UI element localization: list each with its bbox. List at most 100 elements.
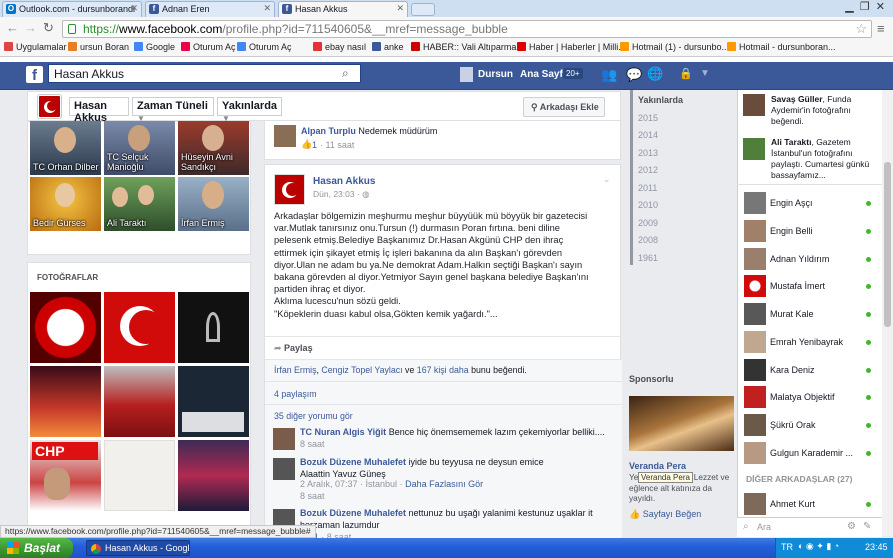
post-time[interactable]: Dün, 23:03 · ◍ bbox=[313, 189, 370, 200]
photo-thumb[interactable] bbox=[30, 366, 101, 437]
bookmark-item[interactable]: Oturum Aç bbox=[237, 42, 292, 52]
avatar[interactable] bbox=[273, 428, 295, 450]
shares-link[interactable]: 4 paylaşım bbox=[274, 389, 317, 399]
scrollbar-thumb[interactable] bbox=[884, 162, 891, 327]
tab-adnan[interactable]: f Adnan Eren ✕ bbox=[145, 1, 275, 17]
tray-icons[interactable]: ◐ ◉ ✦ ▮ ◔ bbox=[798, 541, 839, 552]
comment-author-link[interactable]: Bozuk Düzene Muhalefet bbox=[300, 508, 406, 518]
bookmark-item[interactable]: Hotmail - dursunboran... bbox=[727, 42, 836, 52]
profile-name[interactable]: Hasan Akkus bbox=[69, 97, 129, 124]
like-icon[interactable]: 👍 bbox=[301, 139, 312, 150]
close-icon[interactable]: ✕ bbox=[396, 3, 404, 14]
like-count[interactable]: 1 bbox=[312, 140, 317, 150]
photo-thumb[interactable] bbox=[178, 366, 249, 437]
ad-title-link[interactable]: Veranda Pera bbox=[629, 461, 686, 471]
year-link[interactable]: 2009 bbox=[638, 218, 658, 228]
view-more-comments-link[interactable]: 35 diğer yorumu gör bbox=[274, 411, 353, 421]
close-icon[interactable]: ✕ bbox=[263, 3, 271, 14]
profile-link[interactable]: Dursun bbox=[478, 69, 513, 80]
photo-thumb[interactable] bbox=[104, 440, 175, 511]
more-likers-link[interactable]: 167 kişi daha bbox=[417, 365, 469, 375]
bookmark-item[interactable]: anke bbox=[372, 42, 404, 52]
friend-requests-icon[interactable]: 👥 bbox=[601, 67, 617, 83]
star-icon[interactable]: ☆ bbox=[855, 21, 867, 37]
bookmark-item[interactable]: ursun Boran bbox=[68, 42, 129, 52]
nearby-dropdown[interactable]: Yakınlarda ▼ bbox=[217, 97, 282, 123]
friend-tile[interactable]: İrfan Ermiş bbox=[178, 177, 249, 231]
chat-search-input[interactable]: Ara bbox=[757, 522, 771, 532]
chat-friend[interactable]: Malatya Objektif bbox=[742, 386, 877, 408]
photo-thumb[interactable] bbox=[104, 366, 175, 437]
menu-icon[interactable]: ≡ bbox=[877, 21, 885, 36]
liker-link[interactable]: Cengiz Topel Yaylacı bbox=[321, 365, 402, 375]
year-link[interactable]: 2012 bbox=[638, 165, 658, 175]
year-link[interactable]: 2010 bbox=[638, 200, 658, 210]
chat-friend[interactable]: Gulgun Karademir ... bbox=[742, 442, 877, 464]
close-icon[interactable]: ✕ bbox=[130, 3, 138, 14]
messages-icon[interactable]: 💬 bbox=[626, 67, 642, 83]
chat-friend[interactable]: Ahmet Kurt bbox=[742, 493, 877, 515]
ticker-item[interactable]: Ali Taraktı, Gazetem İstanbul'un fotoğra… bbox=[771, 137, 877, 181]
facebook-logo-icon[interactable]: f bbox=[26, 66, 43, 84]
window-controls[interactable]: ▁ ❐ ✕ bbox=[798, 0, 893, 17]
year-nav-header[interactable]: Yakınlarda bbox=[638, 95, 683, 105]
photo-thumb[interactable] bbox=[178, 292, 249, 363]
year-link[interactable]: 2013 bbox=[638, 148, 658, 158]
globe-icon[interactable]: 🌐 bbox=[647, 66, 663, 82]
tab-hasan[interactable]: f Hasan Akkus ✕ bbox=[278, 1, 408, 17]
scrollbar[interactable] bbox=[882, 90, 893, 536]
comment-author-link[interactable]: Bozuk Düzene Muhalefet bbox=[300, 457, 406, 467]
like-page-button[interactable]: 👍 Sayfayı Beğen bbox=[629, 509, 701, 520]
see-more-link[interactable]: Daha Fazlasını Gör bbox=[405, 479, 483, 489]
share-button[interactable]: ➦ Paylaş bbox=[274, 343, 313, 354]
avatar[interactable] bbox=[274, 125, 296, 147]
year-link[interactable]: 2008 bbox=[638, 235, 658, 245]
photo-thumb[interactable] bbox=[104, 292, 175, 363]
photo-thumb[interactable] bbox=[30, 292, 101, 363]
settings-dropdown-icon[interactable]: ▼ bbox=[700, 68, 710, 79]
bookmark-item[interactable]: HABER:: Vali Altıparma... bbox=[411, 42, 524, 52]
friend-tile[interactable]: TC Selçuk Manioğlu bbox=[104, 121, 175, 175]
friend-tile[interactable]: Hüseyin Avni Sandıkçı bbox=[178, 121, 249, 175]
liker-link[interactable]: İrfan Ermiş bbox=[274, 365, 317, 375]
taskbar-window-button[interactable]: Hasan Akkus - Google... bbox=[86, 540, 190, 556]
privacy-icon[interactable]: 🔒 bbox=[679, 67, 693, 80]
friend-tile[interactable]: TC Orhan Dilber bbox=[30, 121, 101, 175]
reload-icon[interactable]: ↻ bbox=[43, 20, 54, 36]
year-link[interactable]: 2015 bbox=[638, 113, 658, 123]
chat-friend[interactable]: Şükrü Orak bbox=[742, 414, 877, 436]
home-link[interactable]: Ana Sayfa bbox=[520, 69, 568, 80]
year-link[interactable]: 2014 bbox=[638, 130, 658, 140]
year-link[interactable]: 2011 bbox=[638, 183, 657, 193]
language-indicator[interactable]: TR bbox=[781, 542, 793, 552]
bookmark-item[interactable]: ebay nasıl bbox=[313, 42, 366, 52]
comment-author-link[interactable]: Alpan Turplu bbox=[301, 126, 356, 136]
bookmark-item[interactable]: Haber | Haberler | Milli... bbox=[517, 42, 626, 52]
new-tab-button[interactable] bbox=[411, 3, 435, 16]
photo-thumb[interactable] bbox=[178, 440, 249, 511]
bookmark-item[interactable]: Hotmail (1) - dursunbo... bbox=[620, 42, 729, 52]
back-icon[interactable]: ← bbox=[6, 20, 19, 35]
avatar[interactable] bbox=[743, 138, 765, 160]
chat-friend[interactable]: Engin Aşçı bbox=[742, 192, 877, 214]
friend-tile[interactable]: Ali Taraktı bbox=[104, 177, 175, 231]
photo-thumb[interactable]: CHP bbox=[30, 440, 101, 511]
ad-image[interactable] bbox=[629, 396, 734, 451]
chat-friend[interactable]: Kara Deniz bbox=[742, 359, 877, 381]
chat-friend[interactable]: Emrah Yenibayrak bbox=[742, 331, 877, 353]
facebook-search-input[interactable]: Hasan Akkus ⌕ bbox=[48, 64, 361, 83]
forward-icon[interactable]: → bbox=[24, 20, 37, 35]
bookmark-item[interactable]: Oturum Aç bbox=[181, 42, 236, 52]
chat-friend[interactable]: Adnan Yıldırım bbox=[742, 248, 877, 270]
comment-author-link[interactable]: TC Nuran Algis Yiğit bbox=[300, 427, 386, 437]
timeline-dropdown[interactable]: Zaman Tüneli ▼ bbox=[132, 97, 214, 123]
url-bar[interactable]: https://www.facebook.com/profile.php?id=… bbox=[62, 20, 872, 38]
post-author-avatar[interactable] bbox=[274, 174, 305, 205]
profile-thumbnail[interactable] bbox=[38, 95, 61, 118]
tab-outlook[interactable]: O Outlook.com - dursunborandi ✕ bbox=[2, 1, 142, 17]
chat-friend[interactable]: Murat Kale bbox=[742, 303, 877, 325]
avatar[interactable] bbox=[273, 458, 295, 480]
friend-tile[interactable]: Bedir Gürses bbox=[30, 177, 101, 231]
bookmark-item[interactable]: Google bbox=[134, 42, 175, 52]
chat-friend[interactable]: Engin Belli bbox=[742, 220, 877, 242]
